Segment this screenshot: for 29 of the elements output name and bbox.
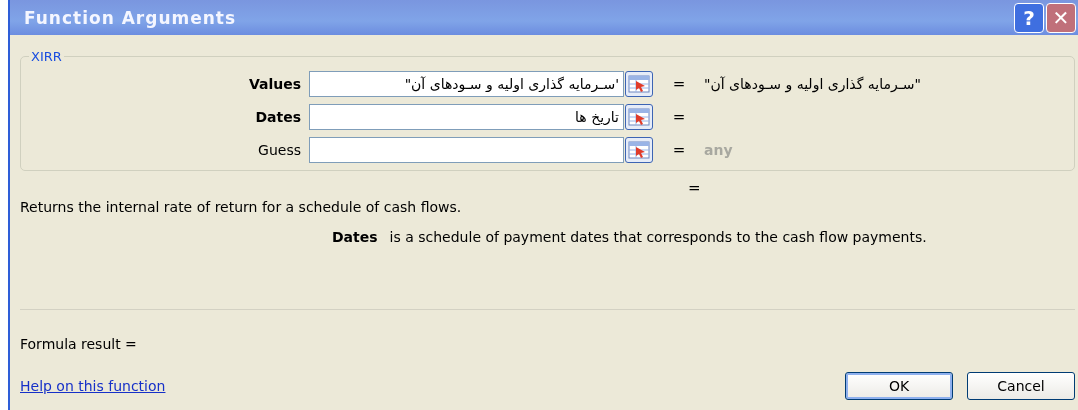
equals-sign: = xyxy=(671,141,687,159)
equals-sign: = xyxy=(688,179,701,197)
equals-sign: = xyxy=(671,75,687,93)
range-select-icon xyxy=(628,108,650,126)
function-description: Returns the internal rate of return for a schedule of cash flows. xyxy=(20,199,463,215)
argument-label: Values xyxy=(247,76,302,92)
range-select-icon xyxy=(628,141,650,159)
range-select-icon xyxy=(628,75,650,93)
close-button[interactable]: ✕ xyxy=(1046,3,1076,33)
formula-result: Formula result = xyxy=(20,336,138,352)
argument-name: Dates xyxy=(332,229,378,245)
argument-result: "سـرمایه گذاری اولیه و سـودهای آن" xyxy=(704,76,922,92)
argument-label: Guess xyxy=(257,142,302,158)
equals-sign: = xyxy=(671,108,687,126)
cancel-button[interactable]: Cancel xyxy=(967,372,1075,400)
argument-field[interactable]: 'سـرمایه گذاری اولیه و سـودهای آن" xyxy=(309,71,624,97)
range-select-button[interactable] xyxy=(625,104,653,130)
range-select-button[interactable] xyxy=(625,71,653,97)
argument-description: is a schedule of payment dates that corresponds to the cash flow payments. xyxy=(389,229,927,245)
range-select-button[interactable] xyxy=(625,137,653,163)
function-name: XIRR xyxy=(30,49,63,64)
argument-label: Dates xyxy=(254,109,302,125)
ok-button[interactable]: OK xyxy=(845,372,953,400)
argument-result: any xyxy=(704,142,734,158)
help-link[interactable]: Help on this function xyxy=(20,378,845,394)
help-button[interactable]: ? xyxy=(1014,3,1044,33)
argument-field[interactable] xyxy=(309,137,624,163)
window-title: Function Arguments xyxy=(24,7,238,28)
argument-field[interactable]: تاریخ ها xyxy=(309,104,624,130)
